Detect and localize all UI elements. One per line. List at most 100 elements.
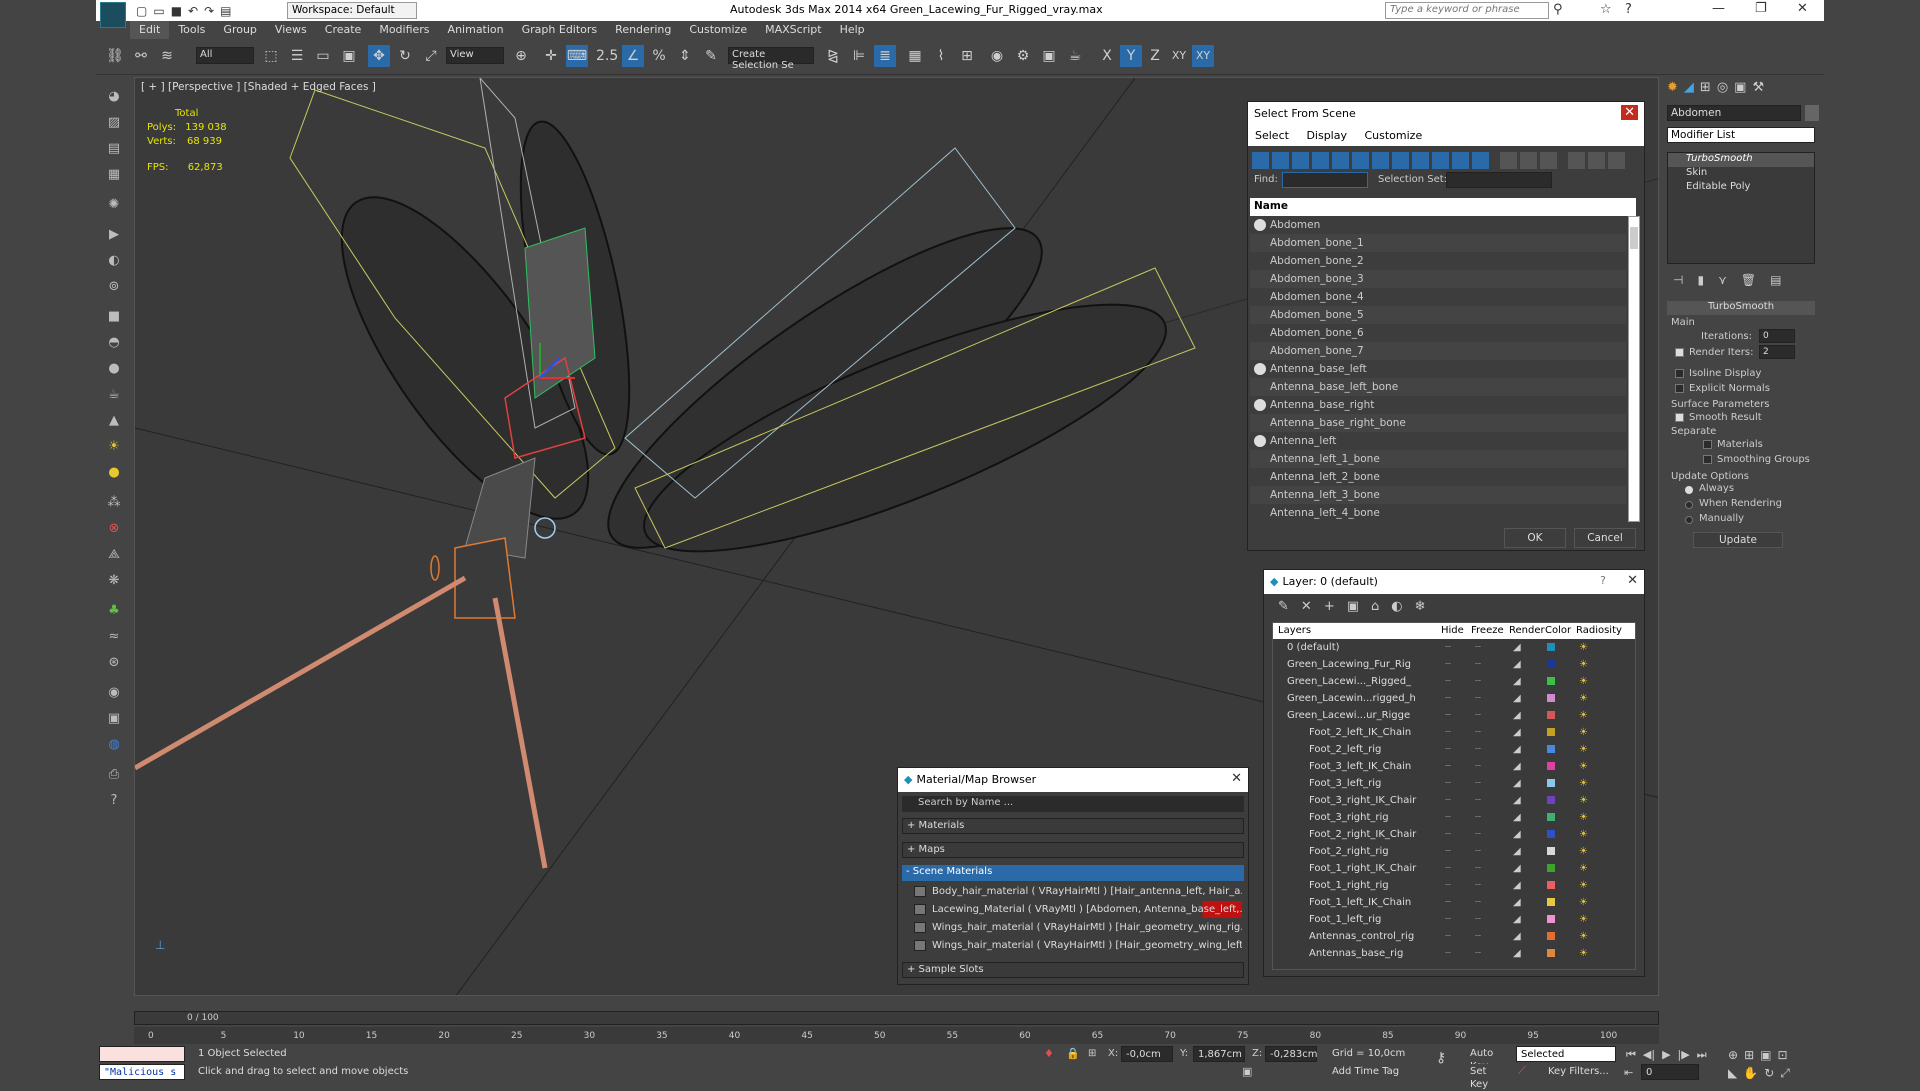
radiosity-toggle-icon[interactable]: ☀ xyxy=(1579,911,1588,928)
ref-coord-dropdown[interactable]: View xyxy=(446,47,504,64)
zoom-extents-icon[interactable]: ▣ xyxy=(1760,1048,1771,1062)
radiosity-toggle-icon[interactable]: ☀ xyxy=(1579,945,1588,962)
cancel-button[interactable]: Cancel xyxy=(1574,528,1636,548)
help-icon[interactable]: ? xyxy=(1625,2,1632,17)
modify-tab-icon[interactable]: ◢ xyxy=(1684,80,1694,95)
filter-shapes-icon[interactable] xyxy=(1272,152,1289,169)
layer-color-swatch[interactable] xyxy=(1547,915,1555,923)
maximize-viewport-icon[interactable]: ⤢ xyxy=(1780,1066,1790,1081)
viewport-label[interactable]: [ + ] [Perspective ] [Shaded + Edged Fac… xyxy=(141,81,376,93)
render-iters-input[interactable]: 2 xyxy=(1759,345,1795,359)
mirror-icon[interactable]: ⧎ xyxy=(822,45,844,67)
hide-toggle-icon[interactable]: ┄ xyxy=(1445,775,1451,792)
object-color-swatch[interactable] xyxy=(1805,105,1819,121)
zoom-extents-all-icon[interactable]: ⊡ xyxy=(1777,1048,1787,1062)
layer-row[interactable]: Foot_3_left_rig ┄ ┄ ◢ ☀ xyxy=(1273,775,1625,792)
freeze-toggle-icon[interactable]: ┄ xyxy=(1475,809,1481,826)
layer-row[interactable]: Green_Lacewi..._Rigged_ ┄ ┄ ◢ ☀ xyxy=(1273,673,1625,690)
layer-color-swatch[interactable] xyxy=(1547,949,1555,957)
rendered-frame-icon[interactable]: ▣ xyxy=(1038,45,1060,67)
select-manipulate-icon[interactable]: ✛ xyxy=(540,45,562,67)
scene-object-row[interactable]: Antenna_left_3_bone xyxy=(1250,486,1626,504)
render-toggle-icon[interactable]: ◢ xyxy=(1513,928,1521,945)
hide-toggle-icon[interactable]: ┄ xyxy=(1445,843,1451,860)
time-slider[interactable]: 0 / 100 xyxy=(134,1011,1659,1025)
layer-color-swatch[interactable] xyxy=(1547,762,1555,770)
selection-filter-dropdown[interactable]: All xyxy=(196,47,254,64)
layer-row[interactable]: Foot_1_right_rig ┄ ┄ ◢ ☀ xyxy=(1273,877,1625,894)
link-icon[interactable]: ⛓ xyxy=(104,45,126,67)
maxscript-output[interactable]: "Malicious s xyxy=(99,1064,185,1080)
funnel-icon[interactable] xyxy=(1568,152,1585,169)
select-object-icon[interactable]: ⬚ xyxy=(260,45,282,67)
menu-help[interactable]: Help xyxy=(831,21,874,39)
close-icon[interactable]: ✕ xyxy=(1797,1,1808,16)
hierarchy-tab-icon[interactable]: ⊞ xyxy=(1700,80,1711,95)
freeze-toggle-icon[interactable]: ┄ xyxy=(1475,945,1481,962)
hierarchy-icon[interactable] xyxy=(1588,152,1605,169)
dome-icon[interactable]: ◓ xyxy=(104,333,124,353)
box-icon[interactable]: ■ xyxy=(104,307,124,327)
key-icon[interactable]: ⚷ xyxy=(1436,1050,1446,1066)
minimize-icon[interactable]: — xyxy=(1712,1,1725,16)
layer-row[interactable]: Foot_1_left_IK_Chain ┄ ┄ ◢ ☀ xyxy=(1273,894,1625,911)
render-toggle-icon[interactable]: ◢ xyxy=(1513,945,1521,962)
key-filters-button[interactable]: Key Filters... xyxy=(1544,1064,1616,1080)
find-input[interactable] xyxy=(1282,172,1368,188)
teapot-shape-icon[interactable]: ☕ xyxy=(104,385,124,405)
freeze-all-icon[interactable]: ❄ xyxy=(1415,599,1426,614)
vray-sphere-icon[interactable]: ◉ xyxy=(104,683,124,703)
sphere-icon[interactable]: ● xyxy=(104,359,124,379)
scene-material-item[interactable]: Wings_hair_material ( VRayHairMtl ) [Hai… xyxy=(912,919,1242,936)
x-coord-field[interactable]: -0,0cm xyxy=(1121,1046,1173,1062)
freeze-toggle-icon[interactable]: ┄ xyxy=(1475,860,1481,877)
environment-icon[interactable]: ◍ xyxy=(104,735,124,755)
render-toggle-icon[interactable]: ◢ xyxy=(1513,826,1521,843)
speaker-icon[interactable]: ◐ xyxy=(104,251,124,271)
app-logo-icon[interactable] xyxy=(100,2,126,28)
edit-named-sel-icon[interactable]: ✎ xyxy=(700,45,722,67)
isolate-icon[interactable]: ♦ xyxy=(1044,1047,1054,1060)
menu-customize[interactable]: Customize xyxy=(680,21,756,39)
angle-snap-icon[interactable]: ∠ xyxy=(622,45,644,67)
layer-color-swatch[interactable] xyxy=(1547,694,1555,702)
layer-color-swatch[interactable] xyxy=(1547,898,1555,906)
stack-skin[interactable]: Skin xyxy=(1668,167,1814,181)
undo-icon[interactable]: ↶ xyxy=(188,4,198,18)
radiosity-col[interactable]: Radiosity xyxy=(1576,625,1622,636)
new-file-icon[interactable]: ▢ xyxy=(136,4,147,18)
hide-toggle-icon[interactable]: ┄ xyxy=(1445,877,1451,894)
render-toggle-icon[interactable]: ◢ xyxy=(1513,690,1521,707)
select-none-icon[interactable] xyxy=(1520,152,1537,169)
layer-row[interactable]: Foot_3_right_IK_Chair ┄ ┄ ◢ ☀ xyxy=(1273,792,1625,809)
open-file-icon[interactable]: ▭ xyxy=(153,4,164,18)
radiosity-toggle-icon[interactable]: ☀ xyxy=(1579,826,1588,843)
layer-color-swatch[interactable] xyxy=(1547,830,1555,838)
render-toggle-icon[interactable]: ◢ xyxy=(1513,894,1521,911)
manually-radio[interactable] xyxy=(1685,516,1693,524)
new-layer-icon[interactable]: ✎ xyxy=(1278,599,1289,614)
film-icon[interactable]: ⊚ xyxy=(104,277,124,297)
layer-row[interactable]: Foot_2_left_IK_Chain ┄ ┄ ◢ ☀ xyxy=(1273,724,1625,741)
go-to-start-icon[interactable]: ⏮ xyxy=(1626,1048,1636,1062)
axis-xy-icon[interactable]: XY xyxy=(1168,45,1190,67)
render-toggle-icon[interactable]: ◢ xyxy=(1513,877,1521,894)
freeze-toggle-icon[interactable]: ┄ xyxy=(1475,673,1481,690)
hide-toggle-icon[interactable]: ┄ xyxy=(1445,809,1451,826)
render-toggle-icon[interactable]: ◢ xyxy=(1513,724,1521,741)
radiosity-toggle-icon[interactable]: ☀ xyxy=(1579,928,1588,945)
create-tab-icon[interactable]: ✹ xyxy=(1667,80,1678,95)
scene-object-row[interactable]: Abdomen xyxy=(1250,216,1626,234)
render-toggle-icon[interactable]: ◢ xyxy=(1513,639,1521,656)
star-icon[interactable]: ☆ xyxy=(1600,2,1612,17)
freeze-toggle-icon[interactable]: ┄ xyxy=(1475,877,1481,894)
zoom-all-icon[interactable]: ⊞ xyxy=(1744,1048,1754,1062)
filter-frozen-icon[interactable] xyxy=(1452,152,1469,169)
scene-object-row[interactable]: Abdomen_bone_2 xyxy=(1250,252,1626,270)
hide-toggle-icon[interactable]: ┄ xyxy=(1445,860,1451,877)
omni-light-icon[interactable]: ● xyxy=(104,463,124,483)
mb-section-materials[interactable]: + Materials xyxy=(902,818,1244,834)
freeze-toggle-icon[interactable]: ┄ xyxy=(1475,656,1481,673)
freeze-toggle-icon[interactable]: ┄ xyxy=(1475,826,1481,843)
stack-turbosmooth[interactable]: TurboSmooth xyxy=(1668,153,1814,167)
